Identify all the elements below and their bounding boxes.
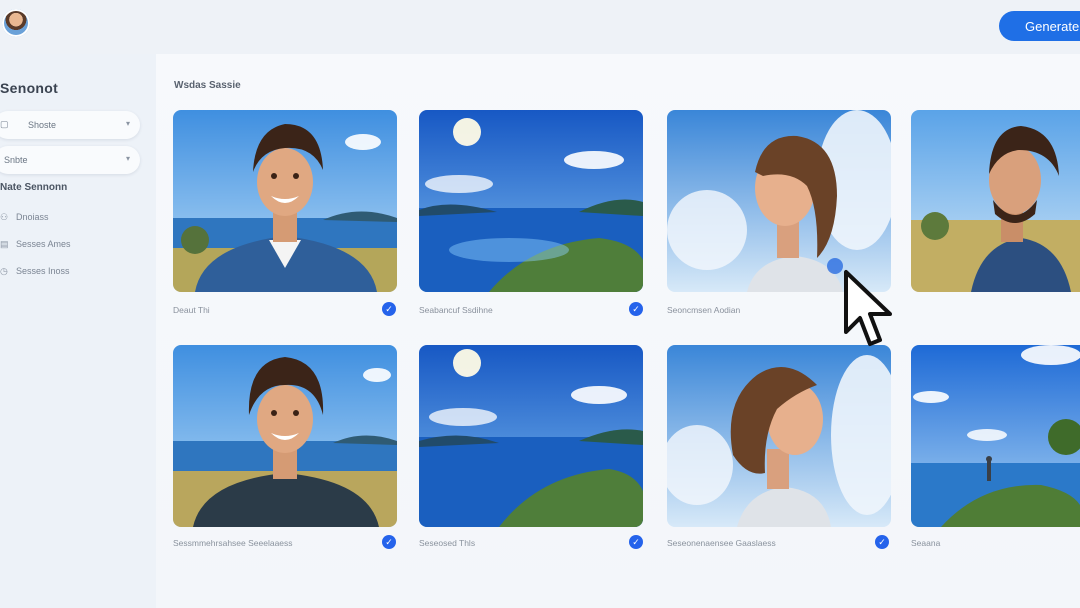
people-icon: ⚇ <box>0 212 9 222</box>
chevron-down-icon: ▾ <box>125 119 130 128</box>
image-card-landscape-walker[interactable] <box>911 345 1080 527</box>
card-caption: Sessmmehrsahsee Seeelaaess <box>173 538 293 548</box>
sidebar-select-1[interactable]: ▢ Shoste ▾ <box>0 111 140 139</box>
sidebar-select-2[interactable]: Snbte ▾ <box>0 146 140 174</box>
sidebar-title: Senonot <box>0 80 59 96</box>
card-caption: Seabancuf Ssdihne <box>419 305 493 315</box>
image-card-man-profile[interactable] <box>911 110 1080 292</box>
image-card-woman-profile[interactable] <box>667 110 891 292</box>
select-label: Shoste <box>28 120 57 130</box>
sidebar-section-label: Nate Sennonn <box>0 182 68 193</box>
select-label: Snbte <box>4 155 28 165</box>
gallery-title: Wsdas Sassie <box>174 80 241 91</box>
card-caption: Seoncmsen Aodian <box>667 305 741 315</box>
check-icon[interactable]: ✓ <box>382 302 396 316</box>
sidebar-item-1[interactable]: ⚇ Dnoiass <box>0 212 49 223</box>
clock-icon: ◷ <box>0 266 8 276</box>
image-card-woman-profile-2[interactable] <box>667 345 891 527</box>
card-caption: Seseosed Thls <box>419 538 476 548</box>
sidebar-item-label: Sesses Inoss <box>16 266 70 276</box>
mouse-cursor-icon <box>842 268 898 357</box>
check-icon[interactable]: ✓ <box>382 535 396 549</box>
image-card-ocean-sun[interactable] <box>419 110 643 292</box>
check-icon[interactable]: ✓ <box>629 535 643 549</box>
sidebar-item-2[interactable]: ▤ Sesses Ames <box>0 239 71 250</box>
sidebar: Senonot ▢ Shoste ▾ Snbte ▾ Nate Sennonn … <box>0 54 156 608</box>
sidebar-item-label: Sesses Ames <box>16 239 71 249</box>
square-icon: ▢ <box>0 119 9 129</box>
image-card-ocean-sun-2[interactable] <box>419 345 643 527</box>
calendar-icon: ▤ <box>0 239 9 249</box>
chevron-down-icon: ▾ <box>125 154 130 163</box>
sidebar-item-3[interactable]: ◷ Sesses Inoss <box>0 266 70 277</box>
generate-button[interactable]: Generate <box>999 11 1080 41</box>
image-card-man-smiling-2[interactable] <box>173 345 397 527</box>
card-caption: Deaut Thi <box>173 305 210 315</box>
user-avatar[interactable] <box>2 9 30 37</box>
card-caption: Seaana <box>911 538 941 548</box>
top-bar: Generate <box>0 0 1080 54</box>
image-card-man-smiling[interactable] <box>173 110 397 292</box>
sidebar-item-label: Dnoiass <box>16 212 49 222</box>
card-caption: Seseonenaensee Gaaslaess <box>667 538 776 548</box>
check-icon[interactable]: ✓ <box>629 302 643 316</box>
check-icon[interactable]: ✓ <box>875 535 889 549</box>
